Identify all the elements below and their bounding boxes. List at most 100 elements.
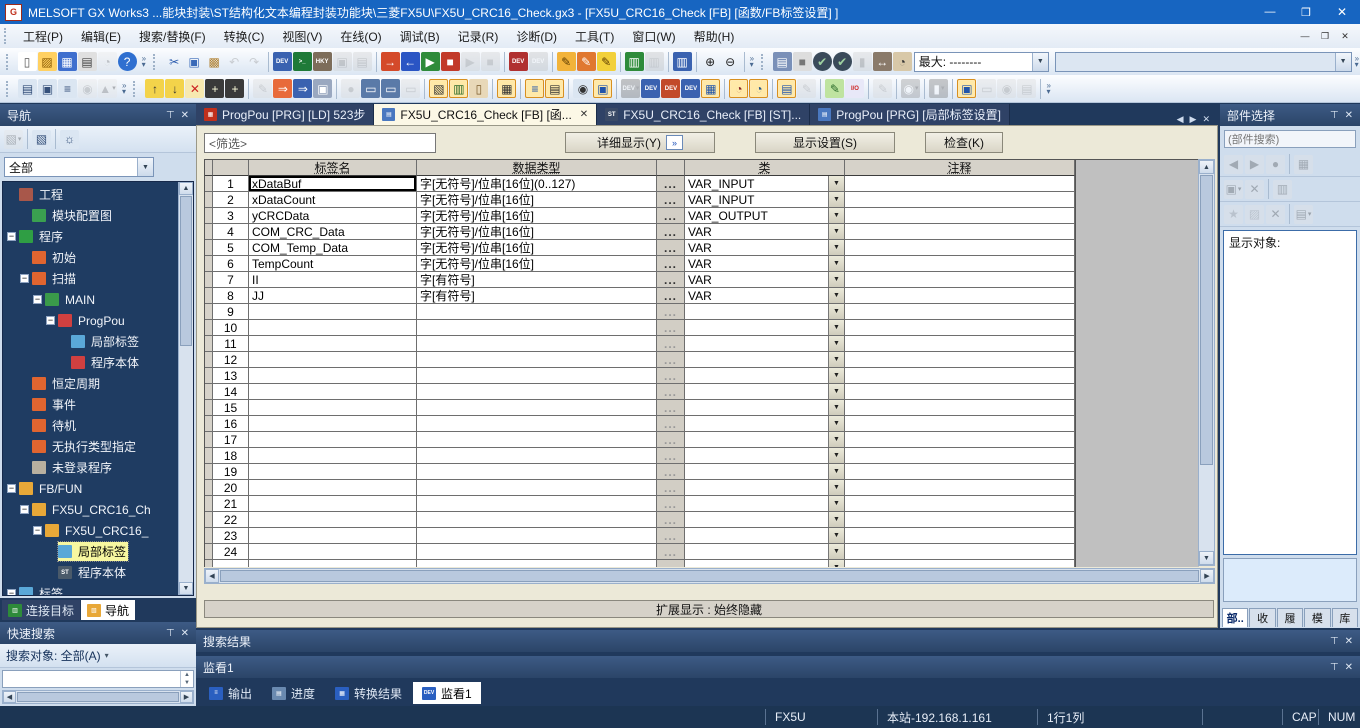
mdi-close-icon[interactable]: ✕ bbox=[1336, 28, 1354, 44]
data-type-browse-button[interactable]: ... bbox=[657, 480, 685, 496]
cell-comment[interactable] bbox=[845, 336, 1075, 352]
class-dropdown-icon[interactable]: ▼ bbox=[828, 400, 844, 415]
class-dropdown-icon[interactable]: ▼ bbox=[828, 192, 844, 207]
pin-icon[interactable]: ⊤ bbox=[1330, 662, 1339, 673]
element-tab-部[interactable]: 部.. bbox=[1222, 608, 1248, 627]
mdi-minimize-icon[interactable]: — bbox=[1296, 28, 1314, 44]
tree-item-fbfun[interactable]: −FB/FUN bbox=[3, 478, 193, 499]
element-tab-履[interactable]: 履 bbox=[1277, 608, 1303, 627]
note-edit-icon[interactable]: ✎ bbox=[597, 52, 616, 71]
class-dropdown-icon[interactable]: ▼ bbox=[828, 368, 844, 383]
menu-v[interactable]: 视图(V) bbox=[273, 24, 331, 49]
menu-b[interactable]: 调试(B) bbox=[391, 24, 449, 49]
cell-comment[interactable] bbox=[845, 496, 1075, 512]
class-dropdown-icon[interactable]: ▼ bbox=[828, 544, 844, 559]
cell-data-type[interactable] bbox=[417, 336, 657, 352]
scan-time-combo[interactable]: 最大: --------▼ bbox=[914, 52, 1049, 72]
toolbar-overflow-icon[interactable]: »▾ bbox=[122, 83, 126, 93]
element-search-input[interactable]: (部件搜索) bbox=[1224, 130, 1356, 148]
navigation-display-icon[interactable]: ▧ bbox=[429, 79, 448, 98]
tree-item-fixed-scan[interactable]: 恒定周期 bbox=[3, 373, 193, 394]
nav-tab-navigation[interactable]: ▧导航 bbox=[81, 600, 135, 620]
row-number[interactable]: 11 bbox=[213, 336, 249, 352]
row-number[interactable]: 6 bbox=[213, 256, 249, 272]
cell-label[interactable]: xDataBuf bbox=[249, 176, 417, 192]
data-type-browse-button[interactable]: ... bbox=[657, 560, 685, 567]
cell-class[interactable]: ▼ bbox=[685, 496, 845, 512]
menu-c[interactable]: 转换(C) bbox=[215, 24, 274, 49]
cell-label[interactable] bbox=[249, 368, 417, 384]
row-number[interactable]: 9 bbox=[213, 304, 249, 320]
data-type-browse-button[interactable]: ... bbox=[657, 240, 685, 256]
cell-data-type[interactable] bbox=[417, 560, 657, 567]
row-number[interactable]: 3 bbox=[213, 208, 249, 224]
device-test-icon[interactable]: ✎ bbox=[873, 79, 892, 98]
read-from-plc-icon[interactable]: HKY bbox=[313, 52, 332, 71]
restore-button[interactable]: ❒ bbox=[1288, 0, 1324, 24]
data-type-browse-button[interactable]: ... bbox=[657, 416, 685, 432]
find-icon[interactable]: ● bbox=[1266, 155, 1285, 174]
collapse-icon[interactable]: − bbox=[33, 526, 42, 535]
close-tab-icon[interactable]: ✕ bbox=[580, 109, 588, 120]
data-type-browse-button[interactable]: ... bbox=[657, 400, 685, 416]
class-dropdown-icon[interactable]: ▼ bbox=[828, 384, 844, 399]
tree-item-fx5u-crc16-ch[interactable]: −FX5U_CRC16_Ch bbox=[3, 499, 193, 520]
cell-comment[interactable] bbox=[845, 320, 1075, 336]
convert-icon[interactable]: ⇒ bbox=[273, 79, 292, 98]
add-folder-icon[interactable]: ▨ bbox=[1245, 205, 1264, 224]
verify-data-icon[interactable]: ▣ bbox=[333, 52, 352, 71]
data-type-browse-button[interactable]: ... bbox=[657, 208, 685, 224]
display-settings-button[interactable]: 显示设置(S) bbox=[755, 132, 895, 153]
check-button[interactable]: 检查(K) bbox=[925, 132, 1003, 153]
menu-e[interactable]: 编辑(E) bbox=[72, 24, 130, 49]
monitor-write-icon[interactable]: ▥ bbox=[673, 52, 692, 71]
cell-data-type[interactable] bbox=[417, 512, 657, 528]
chevron-down-icon[interactable]: ▼ bbox=[1032, 53, 1048, 71]
row-number[interactable]: 21 bbox=[213, 496, 249, 512]
docking-window-icon[interactable]: ▣ bbox=[38, 79, 57, 98]
table-vertical-scrollbar[interactable]: ▲ ▼ bbox=[1198, 159, 1215, 566]
menu-w[interactable]: 窗口(W) bbox=[623, 24, 684, 49]
open-window2-icon[interactable]: ▭ bbox=[381, 79, 400, 98]
cell-label[interactable]: II bbox=[249, 272, 417, 288]
cell-class[interactable]: VAR▼ bbox=[685, 256, 845, 272]
cell-data-type[interactable] bbox=[417, 448, 657, 464]
column-header-blank[interactable] bbox=[657, 160, 685, 176]
cell-class[interactable]: ▼ bbox=[685, 480, 845, 496]
tree-item-progpou-local-label[interactable]: 局部标签 bbox=[3, 331, 193, 352]
watch-window2-icon[interactable]: ◔ bbox=[749, 79, 768, 98]
paste-icon[interactable]: ▩ bbox=[205, 52, 224, 71]
cell-label[interactable] bbox=[249, 544, 417, 560]
cell-label[interactable] bbox=[249, 416, 417, 432]
pin-icon[interactable]: ⊤ bbox=[166, 628, 175, 639]
outline-pane-icon[interactable]: ▤ bbox=[777, 79, 796, 98]
cell-class[interactable]: VAR▼ bbox=[685, 224, 845, 240]
search-spinner[interactable]: ▲▼ bbox=[180, 671, 193, 687]
row-number[interactable]: 7 bbox=[213, 272, 249, 288]
doc-tab-progpou-ld[interactable]: ▦ProgPou [PRG] [LD] 523步 bbox=[196, 104, 374, 125]
navigation-filter-combo[interactable]: 全部 ▼ bbox=[4, 157, 154, 177]
collapse-icon[interactable]: − bbox=[46, 316, 55, 325]
cell-data-type[interactable]: 字[无符号]/位串[16位] bbox=[417, 240, 657, 256]
class-dropdown-icon[interactable]: ▼ bbox=[828, 288, 844, 303]
data-type-browse-button[interactable]: ... bbox=[657, 288, 685, 304]
cell-comment[interactable] bbox=[845, 560, 1075, 567]
class-dropdown-icon[interactable]: ▼ bbox=[828, 224, 844, 239]
row-number[interactable]: 16 bbox=[213, 416, 249, 432]
cell-comment[interactable] bbox=[845, 448, 1075, 464]
cell-comment[interactable] bbox=[845, 208, 1075, 224]
verify-result-icon[interactable]: ▤ bbox=[353, 52, 372, 71]
device-display-icon[interactable]: DEV bbox=[509, 52, 528, 71]
cell-comment[interactable] bbox=[845, 192, 1075, 208]
cell-class[interactable]: VAR_OUTPUT▼ bbox=[685, 208, 845, 224]
toolbar-overflow-icon[interactable]: »▾ bbox=[750, 56, 754, 66]
tab-close-icon[interactable]: ✕ bbox=[1202, 114, 1210, 125]
cell-data-type[interactable]: 字[有符号] bbox=[417, 272, 657, 288]
tab-scroll-left-icon[interactable]: ◀ bbox=[1177, 114, 1184, 125]
cell-class[interactable]: ▼ bbox=[685, 400, 845, 416]
menu-f[interactable]: 搜索/替换(F) bbox=[130, 24, 215, 49]
cell-class[interactable]: ▼ bbox=[685, 336, 845, 352]
class-dropdown-icon[interactable]: ▼ bbox=[828, 336, 844, 351]
element-tab-库[interactable]: 库 bbox=[1332, 608, 1358, 627]
table-horizontal-scrollbar[interactable]: ◀ ▶ bbox=[204, 568, 1215, 584]
